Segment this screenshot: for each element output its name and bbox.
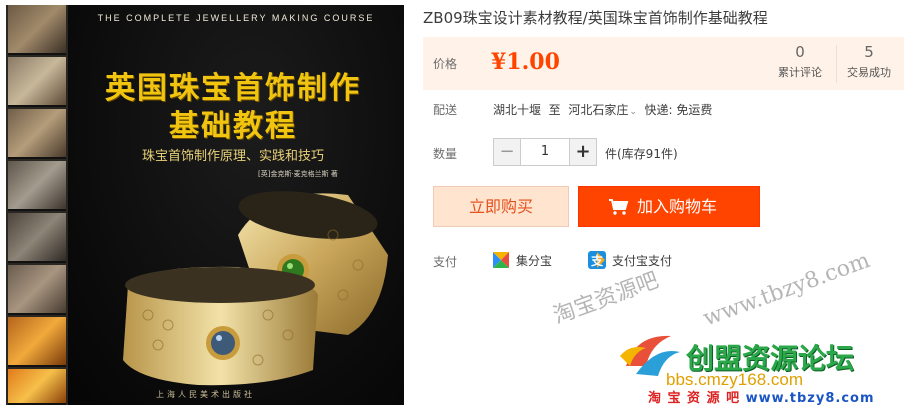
watermark-diagonal-cn: 淘宝资源吧 (550, 268, 662, 330)
cover-thumb-1 (8, 5, 66, 55)
sales-count-label: 交易成功 (847, 66, 891, 79)
quantity-decrease-button[interactable]: − (493, 138, 521, 166)
review-count: 0 (795, 43, 805, 61)
delivery-info: 湖北十堰 至 河北石家庄⌄ 快递: 免运费 (493, 101, 712, 118)
svg-text:支: 支 (590, 253, 604, 268)
sales-count: 5 (864, 43, 874, 61)
payment-alipay: 支 支付宝支付 (588, 251, 672, 269)
quantity-input[interactable]: 1 (521, 138, 569, 166)
sales-count-stat[interactable]: 5 交易成功 (839, 43, 899, 80)
jifenbao-icon (493, 252, 509, 268)
cover-thumb-6 (8, 265, 66, 315)
review-count-stat[interactable]: 0 累计评论 (770, 43, 830, 80)
cover-thumb-5 (8, 213, 66, 263)
delivery-to-word: 至 (548, 103, 561, 117)
watermark-bottom-url: www.tbzy8.com (745, 391, 875, 406)
delivery-label: 配送 (433, 103, 458, 117)
price-label: 价格 (433, 57, 458, 71)
review-count-label: 累计评论 (778, 66, 822, 79)
delivery-from: 湖北十堰 (493, 103, 542, 117)
watermark-diagonal-url: www.tbzy8.com (700, 248, 874, 332)
cover-thumb-3 (8, 109, 66, 159)
cover-subtitle: 珠宝首饰制作原理、实践和技巧 (141, 149, 324, 164)
alipay-icon: 支 (588, 251, 606, 269)
product-title: ZB09珠宝设计素材教程/英国珠宝首饰制作基础教程 (423, 9, 768, 27)
quantity-label: 数量 (433, 147, 458, 161)
buy-now-button[interactable]: 立即购买 (433, 186, 569, 227)
cover-thumb-7 (8, 317, 66, 367)
cover-photo-strip (6, 5, 68, 405)
cover-thumb-8 (8, 369, 66, 405)
quantity-increase-button[interactable]: + (569, 138, 597, 166)
gold-rings-illustration (123, 191, 388, 386)
stock-text: 件(库存91件) (605, 147, 678, 161)
cover-thumb-4 (8, 161, 66, 211)
quantity-stepper: − 1 + (493, 138, 597, 166)
add-to-cart-button[interactable]: 加入购物车 (578, 186, 760, 227)
payment-label: 支付 (433, 255, 458, 269)
cart-icon (609, 199, 629, 215)
delivery-method: 快递: 免运费 (644, 103, 713, 117)
price-value: ¥1.00 (491, 49, 560, 75)
payment-jifenbao-label: 集分宝 (516, 253, 553, 268)
cover-title-line2: 基础教程 (169, 109, 297, 144)
payment-jifenbao: 集分宝 (492, 251, 552, 269)
cover-thumb-2 (8, 57, 66, 107)
price-panel: 价格 ¥1.00 0 累计评论 5 交易成功 (423, 37, 904, 90)
chevron-down-icon: ⌄ (629, 107, 637, 117)
delivery-destination-select[interactable]: 河北石家庄⌄ (568, 103, 637, 117)
delivery-destination: 河北石家庄 (568, 103, 629, 117)
watermark-bottom-cn: 淘 宝 资 源 吧 (648, 391, 741, 406)
cover-series-text: THE COMPLETE JEWELLERY MAKING COURSE (97, 13, 375, 23)
stat-divider (836, 45, 837, 83)
add-to-cart-label: 加入购物车 (637, 197, 718, 216)
watermark-bottom: 淘 宝 资 源 吧 www.tbzy8.com (648, 387, 875, 406)
product-main-image[interactable]: THE COMPLETE JEWELLERY MAKING COURSE 英国珠… (6, 5, 404, 405)
cover-publisher: 上海人民美术出版社 (156, 390, 255, 399)
